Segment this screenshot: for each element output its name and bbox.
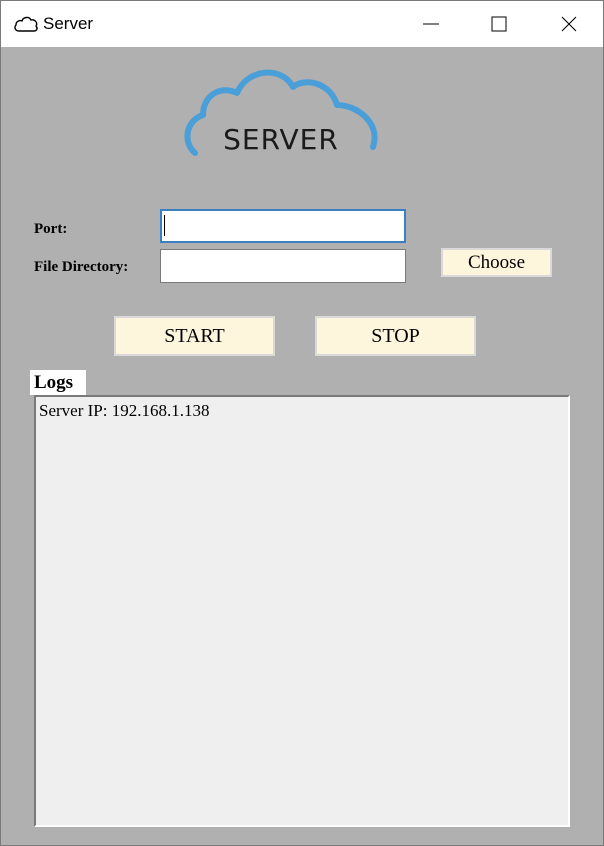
minimize-button[interactable] (399, 1, 463, 47)
logs-label: Logs (30, 370, 86, 395)
server-window: Server SERVER Port: File Directory: Choo… (0, 0, 604, 846)
file-directory-label: File Directory: (34, 259, 129, 275)
cloud-icon (14, 16, 38, 32)
minimize-icon (423, 23, 439, 25)
title-bar[interactable]: Server (1, 1, 603, 47)
port-label: Port: (34, 221, 68, 237)
logo-text: SERVER (223, 123, 339, 156)
file-directory-input[interactable] (160, 249, 406, 283)
window-title: Server (43, 14, 94, 33)
log-line: Server IP: 192.168.1.138 (39, 401, 210, 420)
stop-button[interactable]: STOP (315, 316, 476, 356)
maximize-icon (491, 16, 507, 32)
choose-button[interactable]: Choose (441, 248, 552, 277)
text-caret (164, 215, 165, 236)
port-input[interactable] (160, 209, 406, 243)
close-button[interactable] (537, 1, 601, 47)
maximize-button[interactable] (467, 1, 531, 47)
logs-text-area[interactable]: Server IP: 192.168.1.138 (34, 395, 570, 827)
close-icon (561, 16, 577, 32)
start-button[interactable]: START (114, 316, 275, 356)
server-logo: SERVER (181, 65, 381, 165)
